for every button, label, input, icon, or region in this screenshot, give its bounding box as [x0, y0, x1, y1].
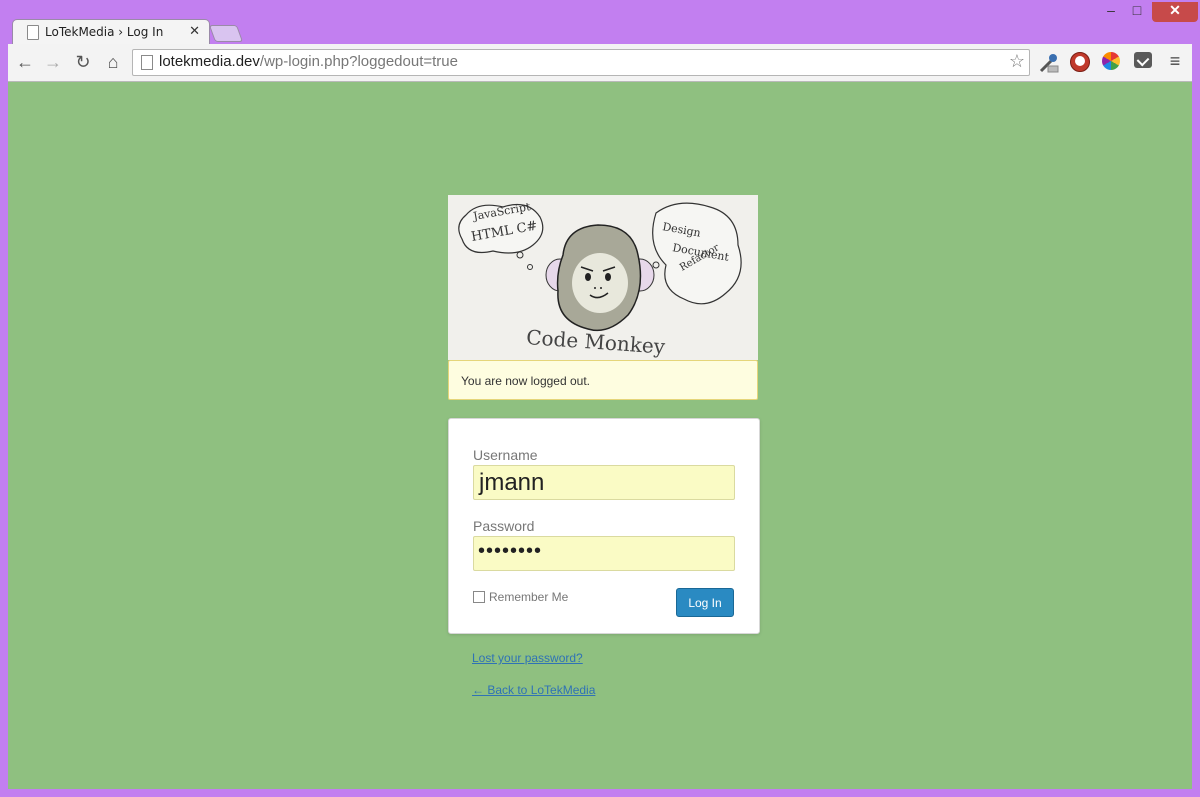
star-icon[interactable]: ☆	[1009, 51, 1025, 72]
browser-window: LoTekMedia › Log In ✕ – □ ✕ ← → ↻ ⌂ lote…	[0, 0, 1200, 797]
password-label: Password	[473, 518, 535, 534]
logged-out-notice: You are now logged out.	[448, 360, 758, 400]
url-host: lotekmedia.dev	[159, 53, 260, 70]
forward-icon[interactable]: →	[42, 51, 64, 73]
remember-me-label[interactable]: Remember Me	[489, 590, 568, 604]
password-field[interactable]: ••••••••	[473, 536, 735, 571]
log-in-button[interactable]: Log In	[676, 588, 734, 617]
login-form: Username jmann Password •••••••• Remembe…	[448, 418, 760, 634]
reload-icon[interactable]: ↻	[72, 51, 94, 73]
username-label: Username	[473, 447, 538, 463]
home-icon[interactable]: ⌂	[102, 51, 124, 73]
username-field[interactable]: jmann	[473, 465, 735, 500]
site-logo[interactable]: JavaScript HTML C# Design Document Refac…	[448, 195, 758, 360]
color-wheel-icon[interactable]	[1102, 52, 1120, 70]
maximize-button[interactable]: □	[1126, 2, 1148, 22]
notice-message: You are now logged out.	[461, 374, 590, 388]
tab-active[interactable]: LoTekMedia › Log In ✕	[12, 19, 210, 45]
lost-password-link[interactable]: Lost your password?	[472, 651, 583, 665]
browser-toolbar: ← → ↻ ⌂ lotekmedia.dev/wp-login.php?logg…	[8, 44, 1192, 82]
url-text[interactable]: lotekmedia.dev/wp-login.php?loggedout=tr…	[159, 53, 458, 70]
close-tab-icon[interactable]: ✕	[189, 23, 200, 39]
eyedropper-icon[interactable]	[1038, 52, 1059, 73]
menu-icon[interactable]: ≡	[1166, 51, 1184, 71]
minimize-button[interactable]: –	[1100, 2, 1122, 22]
password-value: ••••••••	[478, 540, 543, 562]
tab-title: LoTekMedia › Log In	[45, 25, 164, 39]
remember-me-checkbox[interactable]	[473, 591, 485, 603]
pocket-icon[interactable]	[1134, 52, 1152, 68]
page-icon	[141, 55, 153, 70]
stop-icon[interactable]	[1070, 52, 1090, 72]
page-viewport: JavaScript HTML C# Design Document Refac…	[8, 82, 1192, 789]
back-to-site-link[interactable]: ← Back to LoTekMedia	[472, 683, 595, 697]
url-path: /wp-login.php?loggedout=true	[259, 53, 458, 70]
username-value: jmann	[479, 469, 545, 496]
new-tab-button[interactable]	[208, 25, 244, 42]
close-window-button[interactable]: ✕	[1152, 2, 1198, 22]
back-icon[interactable]: ←	[14, 51, 36, 73]
page-icon	[27, 25, 39, 40]
tab-strip: LoTekMedia › Log In ✕ – □ ✕	[0, 0, 1200, 45]
address-bar[interactable]: lotekmedia.dev/wp-login.php?loggedout=tr…	[132, 49, 1030, 76]
